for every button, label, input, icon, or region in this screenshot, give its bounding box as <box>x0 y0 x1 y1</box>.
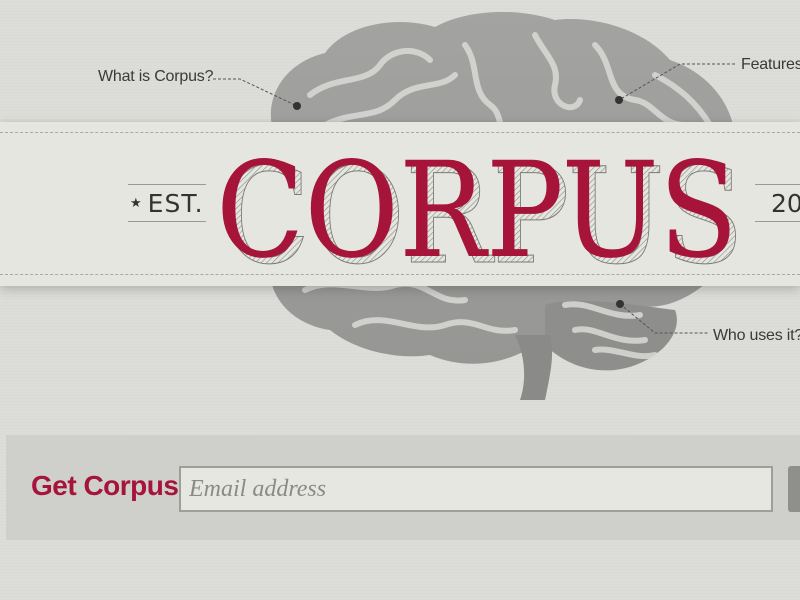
star-icon: ★ <box>130 195 142 211</box>
get-corpus-label: Get Corpus <box>31 470 179 501</box>
year-label: 20 <box>771 188 800 218</box>
callout-who-uses-it[interactable]: Who uses it? <box>713 327 800 345</box>
brand-logo: CORPUS CORPUS <box>216 134 745 282</box>
year-badge: 20 <box>755 184 800 222</box>
callout-what-is-corpus[interactable]: What is Corpus? <box>98 68 213 86</box>
signup-bar: Get Corpus <box>6 435 800 540</box>
email-input[interactable] <box>179 466 773 512</box>
est-badge: ★ EST. <box>128 184 206 222</box>
brand-banner: ★ EST. CORPUS CORPUS 20 <box>0 122 800 286</box>
logo-text: CORPUS <box>216 134 738 282</box>
callout-features[interactable]: Features <box>741 56 800 74</box>
est-label: EST. <box>147 188 204 218</box>
submit-button[interactable] <box>788 466 800 512</box>
